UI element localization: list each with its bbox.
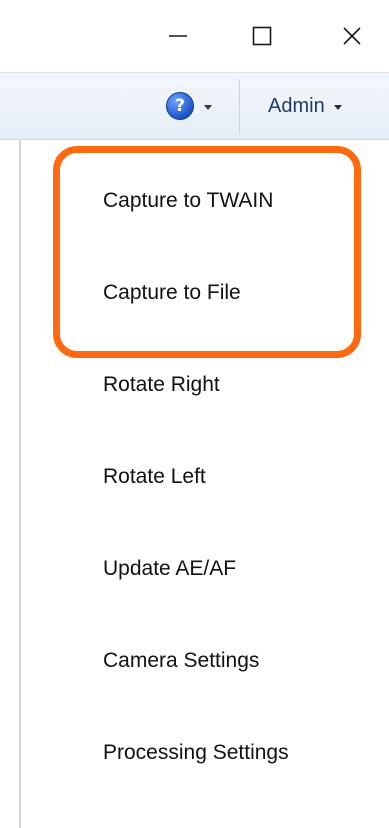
help-icon: ? <box>166 92 194 120</box>
menu-item-processing-settings[interactable]: Processing Settings <box>103 733 289 773</box>
admin-dropdown-caret-icon <box>333 104 342 110</box>
maximize-button[interactable] <box>240 14 284 58</box>
menu-item-capture-to-file[interactable]: Capture to File <box>103 273 241 313</box>
toolbar: ? Admin <box>0 72 389 140</box>
menu-item-capture-to-twain[interactable]: Capture to TWAIN <box>103 181 273 221</box>
dropdown-menu: Capture to TWAIN Capture to File Rotate … <box>21 139 389 828</box>
minimize-button[interactable] <box>156 14 200 58</box>
help-button[interactable]: ? <box>166 87 228 125</box>
menu-item-rotate-right[interactable]: Rotate Right <box>103 365 220 405</box>
maximize-icon <box>252 26 272 46</box>
help-dropdown-caret-icon <box>204 104 212 110</box>
close-icon <box>343 27 361 45</box>
menu-item-camera-settings[interactable]: Camera Settings <box>103 641 259 681</box>
minimize-icon <box>169 35 187 37</box>
admin-label: Admin <box>268 94 325 117</box>
menu-item-update-ae-af[interactable]: Update AE/AF <box>103 549 236 589</box>
menu-item-rotate-left[interactable]: Rotate Left <box>103 457 206 497</box>
title-bar <box>0 0 389 72</box>
admin-menu-button[interactable]: Admin <box>268 87 378 125</box>
close-button[interactable] <box>330 14 374 58</box>
toolbar-separator <box>239 79 240 133</box>
